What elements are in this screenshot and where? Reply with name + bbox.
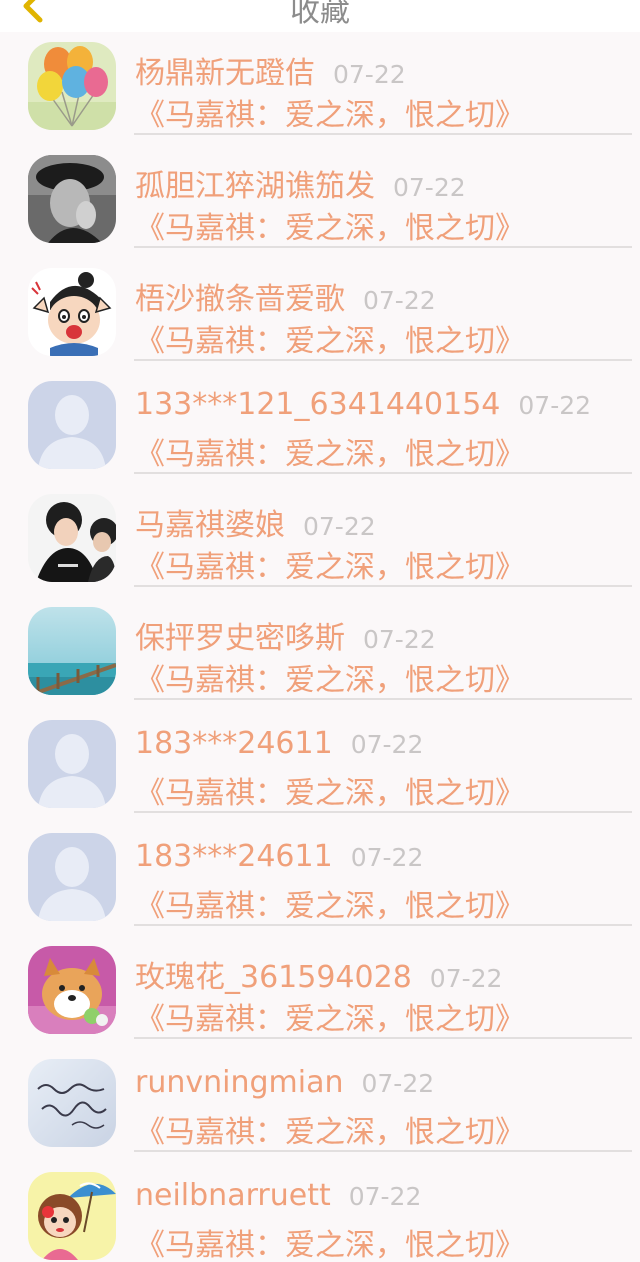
timestamp: 07-22 (518, 391, 592, 420)
divider (134, 133, 632, 135)
nav-bar: 收藏 (0, 0, 640, 32)
list-item[interactable]: 133***121_6341440154 07-22 《马嘉祺：爱之深，恨之切》 (0, 371, 640, 484)
list-item[interactable]: 梧沙撤条啬爱歌 07-22 《马嘉祺：爱之深，恨之切》 (0, 258, 640, 371)
name-row: runvningmian 07-22 (135, 1065, 434, 1105)
page-title: 收藏 (290, 0, 350, 29)
article-title[interactable]: 《马嘉祺：爱之深，恨之切》 (135, 655, 525, 699)
user-name[interactable]: 杨鼎新无蹬佶 (135, 48, 315, 92)
default-avatar[interactable] (28, 833, 116, 921)
divider (134, 924, 632, 926)
article-title[interactable]: 《马嘉祺：爱之深，恨之切》 (135, 542, 525, 586)
divider (134, 472, 632, 474)
photo-people-avatar[interactable] (28, 494, 116, 582)
timestamp: 07-22 (393, 173, 466, 202)
timestamp: 07-22 (350, 730, 424, 759)
handwriting-avatar[interactable] (28, 1059, 116, 1147)
cartoon-boy-avatar[interactable] (28, 268, 116, 356)
name-row: 马嘉祺婆娘 07-22 (135, 500, 376, 543)
name-row: 梧沙撤条啬爱歌 07-22 (135, 274, 436, 317)
default-avatar[interactable] (28, 720, 116, 808)
name-row: neilbnarruett 07-22 (135, 1178, 421, 1218)
divider (134, 811, 632, 813)
divider (134, 1037, 632, 1039)
timestamp: 07-22 (429, 964, 503, 993)
user-name[interactable]: 孤胆江猝湖谯笳发 (135, 161, 375, 205)
article-title[interactable]: 《马嘉祺：爱之深，恨之切》 (135, 768, 525, 812)
list-item[interactable]: neilbnarruett 07-22 《马嘉祺：爱之深，恨之切》 (0, 1162, 640, 1262)
default-avatar[interactable] (28, 381, 116, 469)
user-name[interactable]: 保抨罗史密哆斯 (135, 613, 345, 657)
article-title[interactable]: 《马嘉祺：爱之深，恨之切》 (135, 994, 525, 1038)
user-name[interactable]: runvningmian (135, 1065, 343, 1100)
favorites-screen: 收藏 杨鼎新无蹬佶 07-22 《马嘉祺：爱之深，恨之切》 孤胆江猝湖谯笳发 07-22… (0, 0, 640, 1262)
name-row: 保抨罗史密哆斯 07-22 (135, 613, 436, 656)
article-title[interactable]: 《马嘉祺：爱之深，恨之切》 (135, 90, 525, 134)
balloons-avatar[interactable] (28, 42, 116, 130)
user-name[interactable]: 183***24611 (135, 839, 333, 874)
list-item[interactable]: 孤胆江猝湖谯笳发 07-22 《马嘉祺：爱之深，恨之切》 (0, 145, 640, 258)
divider (134, 585, 632, 587)
timestamp: 07-22 (363, 625, 436, 654)
timestamp: 07-22 (363, 286, 436, 315)
list-item[interactable]: 183***24611 07-22 《马嘉祺：爱之深，恨之切》 (0, 823, 640, 936)
umbrella-girl-avatar[interactable] (28, 1172, 116, 1260)
sea-avatar[interactable] (28, 607, 116, 695)
name-row: 杨鼎新无蹬佶 07-22 (135, 48, 406, 91)
divider (134, 1150, 632, 1152)
list-item[interactable]: runvningmian 07-22 《马嘉祺：爱之深，恨之切》 (0, 1049, 640, 1162)
timestamp: 07-22 (361, 1069, 435, 1098)
list-item[interactable]: 保抨罗史密哆斯 07-22 《马嘉祺：爱之深，恨之切》 (0, 597, 640, 710)
list-item[interactable]: 玫瑰花_361594028 07-22 《马嘉祺：爱之深，恨之切》 (0, 936, 640, 1049)
article-title[interactable]: 《马嘉祺：爱之深，恨之切》 (135, 316, 525, 360)
timestamp: 07-22 (350, 843, 424, 872)
article-title[interactable]: 《马嘉祺：爱之深，恨之切》 (135, 1107, 525, 1151)
divider (134, 698, 632, 700)
name-row: 183***24611 07-22 (135, 839, 423, 879)
name-row: 玫瑰花_361594028 07-22 (135, 952, 503, 995)
user-name[interactable]: 梧沙撤条啬爱歌 (135, 274, 345, 318)
article-title[interactable]: 《马嘉祺：爱之深，恨之切》 (135, 1220, 525, 1262)
article-title[interactable]: 《马嘉祺：爱之深，恨之切》 (135, 881, 525, 925)
name-row: 133***121_6341440154 07-22 (135, 387, 591, 427)
divider (134, 359, 632, 361)
divider (134, 246, 632, 248)
article-title[interactable]: 《马嘉祺：爱之深，恨之切》 (135, 203, 525, 247)
timestamp: 07-22 (303, 512, 376, 541)
timestamp: 07-22 (333, 60, 406, 89)
bw-person-avatar[interactable] (28, 155, 116, 243)
timestamp: 07-22 (348, 1182, 422, 1211)
dog-avatar[interactable] (28, 946, 116, 1034)
name-row: 183***24611 07-22 (135, 726, 423, 766)
article-title[interactable]: 《马嘉祺：爱之深，恨之切》 (135, 429, 525, 473)
list-item[interactable]: 183***24611 07-22 《马嘉祺：爱之深，恨之切》 (0, 710, 640, 823)
user-name[interactable]: 玫瑰花_361594028 (135, 952, 412, 996)
user-name[interactable]: 马嘉祺婆娘 (135, 500, 285, 544)
list-item[interactable]: 杨鼎新无蹬佶 07-22 《马嘉祺：爱之深，恨之切》 (0, 32, 640, 145)
list-item[interactable]: 马嘉祺婆娘 07-22 《马嘉祺：爱之深，恨之切》 (0, 484, 640, 597)
name-row: 孤胆江猝湖谯笳发 07-22 (135, 161, 466, 204)
favorites-list: 杨鼎新无蹬佶 07-22 《马嘉祺：爱之深，恨之切》 孤胆江猝湖谯笳发 07-22 《马嘉… (0, 32, 640, 1262)
user-name[interactable]: 183***24611 (135, 726, 333, 761)
user-name[interactable]: neilbnarruett (135, 1178, 331, 1213)
user-name[interactable]: 133***121_6341440154 (135, 387, 500, 422)
